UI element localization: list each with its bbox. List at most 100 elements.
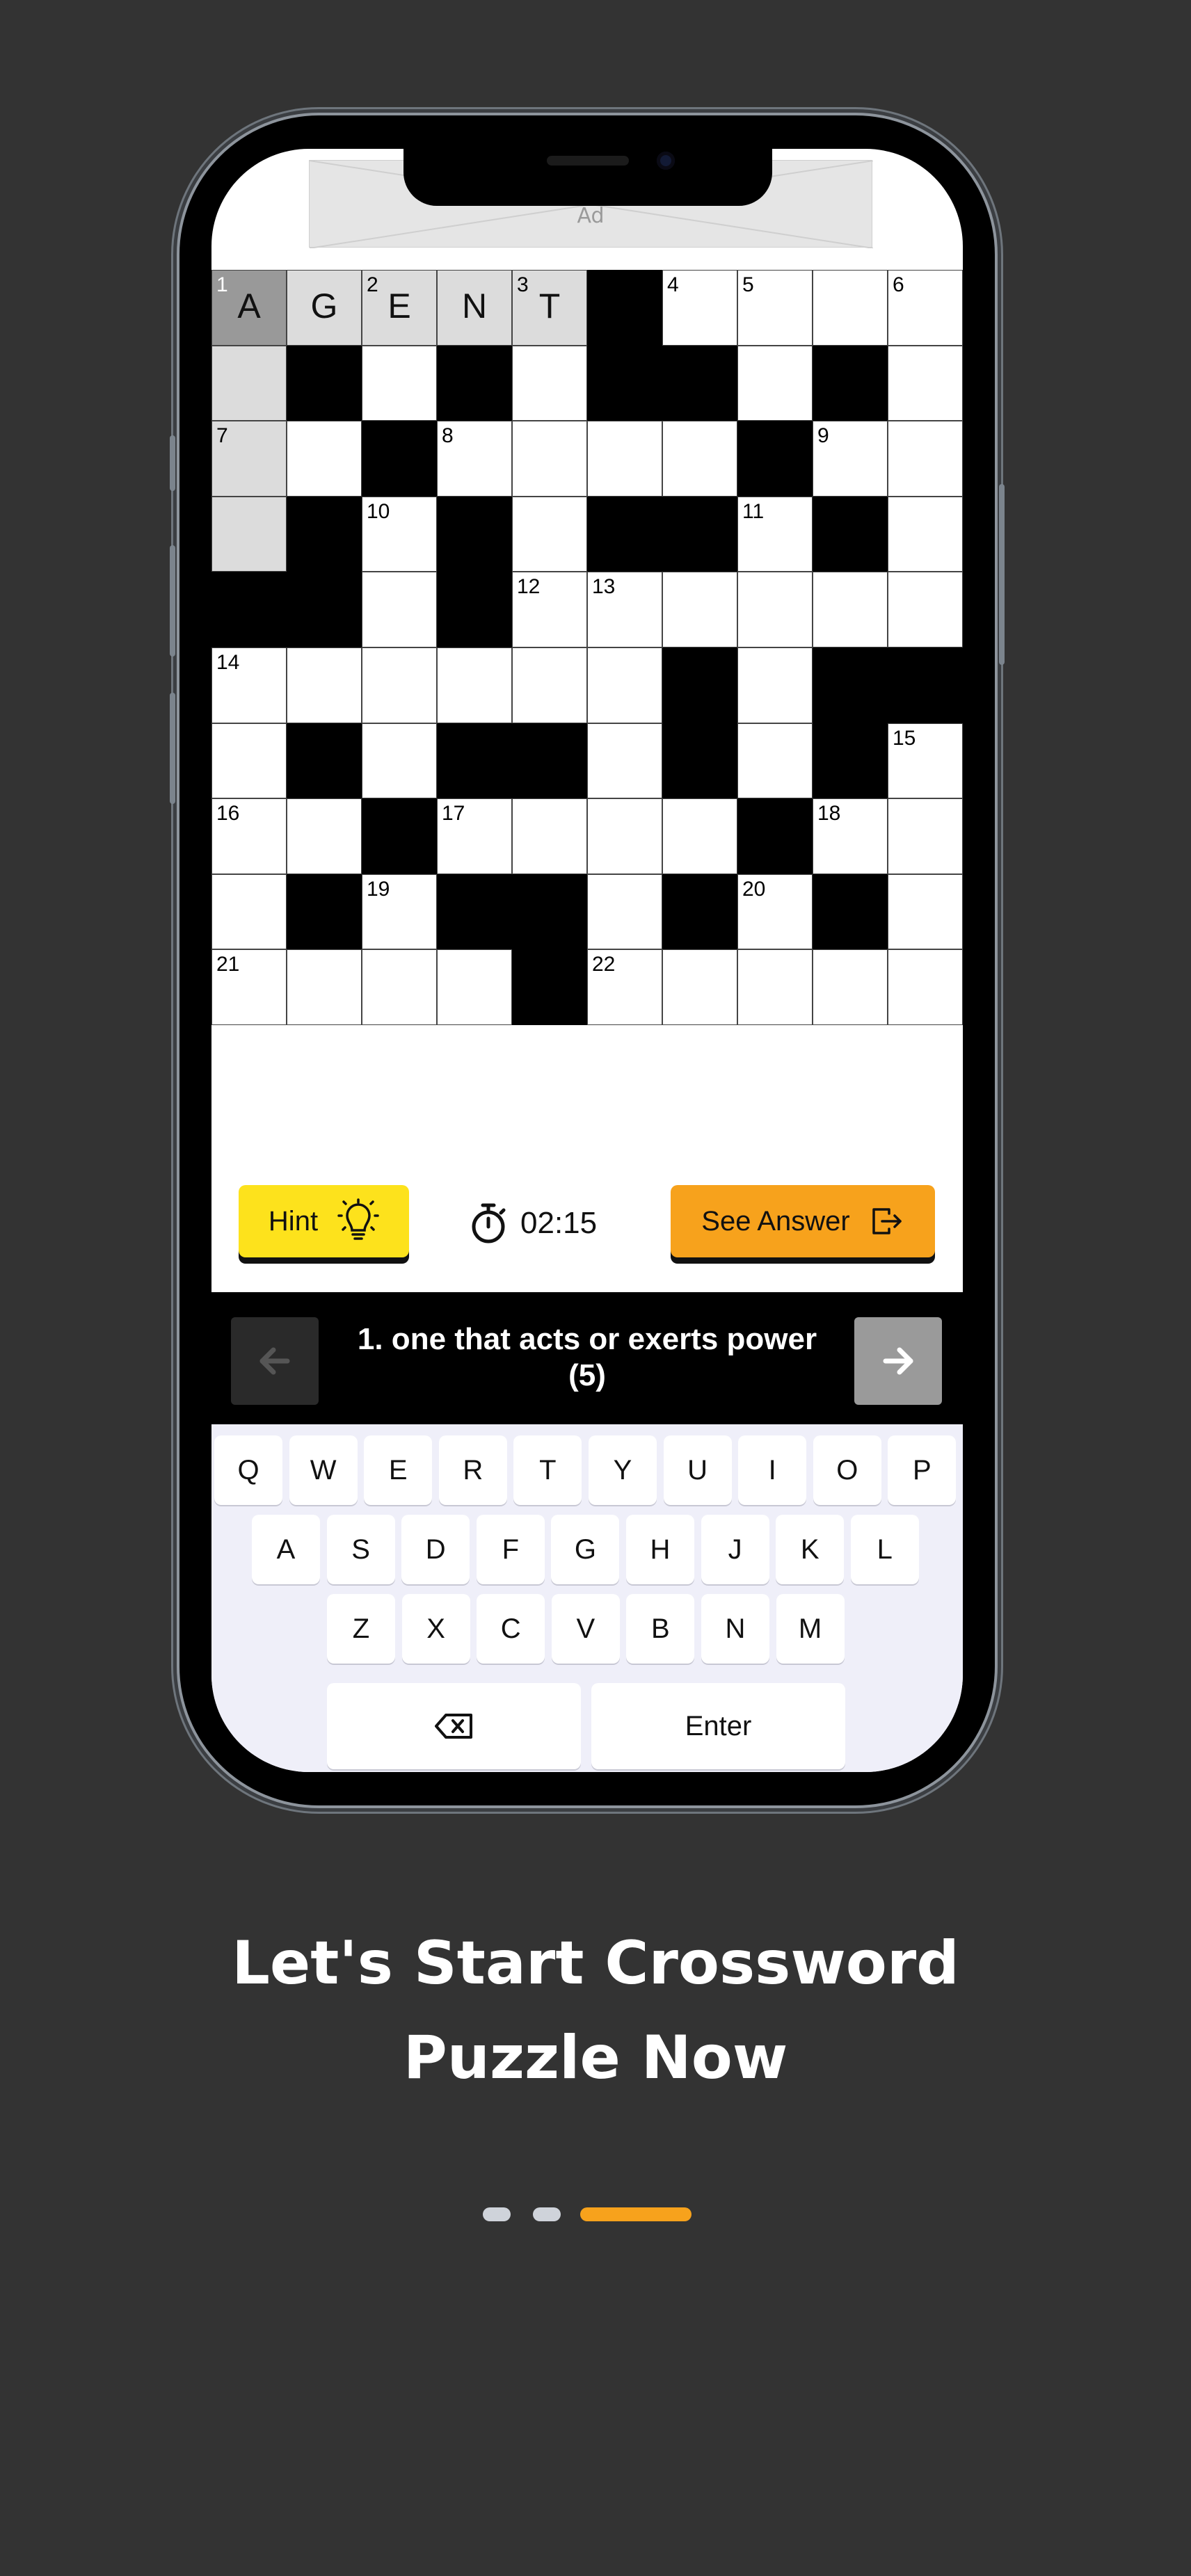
- key-o[interactable]: O: [813, 1435, 881, 1505]
- grid-cell[interactable]: 9: [813, 421, 888, 497]
- grid-cell[interactable]: N: [437, 270, 512, 346]
- key-a[interactable]: A: [252, 1515, 320, 1584]
- key-s[interactable]: S: [326, 1515, 395, 1584]
- grid-cell[interactable]: 20: [737, 874, 813, 950]
- grid-cell[interactable]: [512, 647, 587, 723]
- grid-cell[interactable]: 19: [362, 874, 437, 950]
- grid-cell[interactable]: 7: [211, 421, 287, 497]
- grid-cell[interactable]: [737, 345, 813, 421]
- grid-cell[interactable]: [587, 874, 662, 950]
- grid-cell[interactable]: 3T: [512, 270, 587, 346]
- grid-cell[interactable]: [437, 647, 512, 723]
- grid-cell[interactable]: [211, 345, 287, 421]
- grid-cell[interactable]: [888, 949, 963, 1025]
- grid-cell[interactable]: 16: [211, 798, 287, 874]
- key-l[interactable]: L: [850, 1515, 919, 1584]
- grid-cell[interactable]: [362, 949, 437, 1025]
- key-m[interactable]: M: [776, 1594, 845, 1664]
- grid-cell[interactable]: 8: [437, 421, 512, 497]
- grid-cell[interactable]: [211, 723, 287, 799]
- key-k[interactable]: K: [776, 1515, 845, 1584]
- grid-cell[interactable]: 10: [362, 496, 437, 572]
- page-dot-3[interactable]: [580, 2207, 692, 2221]
- enter-key[interactable]: Enter: [591, 1683, 845, 1769]
- grid-cell[interactable]: [813, 949, 888, 1025]
- grid-cell[interactable]: [437, 949, 512, 1025]
- grid-cell[interactable]: 15: [888, 723, 963, 799]
- key-f[interactable]: F: [476, 1515, 545, 1584]
- key-r[interactable]: R: [438, 1435, 507, 1505]
- previous-clue-button[interactable]: [231, 1317, 319, 1405]
- grid-cell[interactable]: [888, 874, 963, 950]
- grid-cell[interactable]: [362, 572, 437, 647]
- grid-cell[interactable]: [362, 345, 437, 421]
- grid-cell[interactable]: [362, 647, 437, 723]
- crossword-grid[interactable]: 1 A G 2 E N 3 T 4 5 6 7 8 9 10 11 12 13 14 15 16 17 18 19 20 21 22: [211, 270, 963, 1025]
- grid-cell[interactable]: [737, 949, 813, 1025]
- grid-cell[interactable]: [587, 647, 662, 723]
- grid-cell[interactable]: 2E: [362, 270, 437, 346]
- grid-cell[interactable]: [662, 798, 737, 874]
- key-y[interactable]: Y: [589, 1435, 657, 1505]
- key-p[interactable]: P: [888, 1435, 957, 1505]
- grid-cell[interactable]: 21: [211, 949, 287, 1025]
- grid-cell[interactable]: [587, 798, 662, 874]
- grid-cell[interactable]: 13: [587, 572, 662, 647]
- key-d[interactable]: D: [401, 1515, 470, 1584]
- grid-cell[interactable]: [512, 345, 587, 421]
- grid-cell[interactable]: 12: [512, 572, 587, 647]
- hint-button[interactable]: Hint: [239, 1185, 409, 1257]
- key-t[interactable]: T: [513, 1435, 582, 1505]
- grid-cell[interactable]: [813, 572, 888, 647]
- grid-cell[interactable]: [287, 798, 362, 874]
- grid-cell[interactable]: [287, 421, 362, 497]
- next-clue-button[interactable]: [854, 1317, 942, 1405]
- grid-cell[interactable]: 22: [587, 949, 662, 1025]
- grid-cell[interactable]: [587, 723, 662, 799]
- grid-cell[interactable]: [211, 874, 287, 950]
- key-x[interactable]: X: [401, 1594, 470, 1664]
- grid-cell[interactable]: [287, 647, 362, 723]
- grid-cell[interactable]: 1A: [211, 270, 287, 346]
- grid-cell[interactable]: [737, 647, 813, 723]
- backspace-key[interactable]: [327, 1683, 581, 1769]
- page-dot-1[interactable]: [483, 2207, 511, 2221]
- grid-cell[interactable]: [813, 270, 888, 346]
- grid-cell[interactable]: [587, 421, 662, 497]
- grid-cell[interactable]: [512, 798, 587, 874]
- page-dot-2[interactable]: [533, 2207, 561, 2221]
- key-j[interactable]: J: [701, 1515, 769, 1584]
- key-h[interactable]: H: [626, 1515, 694, 1584]
- grid-cell[interactable]: [362, 723, 437, 799]
- grid-cell[interactable]: [737, 723, 813, 799]
- grid-cell[interactable]: 6: [888, 270, 963, 346]
- grid-cell[interactable]: [737, 572, 813, 647]
- see-answer-button[interactable]: See Answer: [671, 1185, 935, 1257]
- key-i[interactable]: I: [738, 1435, 807, 1505]
- key-n[interactable]: N: [701, 1594, 769, 1664]
- grid-cell[interactable]: [512, 496, 587, 572]
- key-u[interactable]: U: [663, 1435, 732, 1505]
- grid-cell[interactable]: [287, 949, 362, 1025]
- key-c[interactable]: C: [477, 1594, 545, 1664]
- grid-cell[interactable]: 4: [662, 270, 737, 346]
- grid-cell[interactable]: [888, 421, 963, 497]
- grid-cell[interactable]: G: [287, 270, 362, 346]
- key-g[interactable]: G: [551, 1515, 620, 1584]
- key-z[interactable]: Z: [327, 1594, 395, 1664]
- grid-cell[interactable]: 14: [211, 647, 287, 723]
- grid-cell[interactable]: [662, 949, 737, 1025]
- grid-cell[interactable]: 5: [737, 270, 813, 346]
- grid-cell[interactable]: [211, 496, 287, 572]
- key-v[interactable]: V: [551, 1594, 620, 1664]
- key-e[interactable]: E: [364, 1435, 433, 1505]
- grid-cell[interactable]: 11: [737, 496, 813, 572]
- key-b[interactable]: B: [626, 1594, 695, 1664]
- grid-cell[interactable]: [662, 572, 737, 647]
- grid-cell[interactable]: [888, 345, 963, 421]
- grid-cell[interactable]: 17: [437, 798, 512, 874]
- grid-cell[interactable]: 18: [813, 798, 888, 874]
- grid-cell[interactable]: [888, 572, 963, 647]
- key-q[interactable]: Q: [214, 1435, 282, 1505]
- grid-cell[interactable]: [888, 798, 963, 874]
